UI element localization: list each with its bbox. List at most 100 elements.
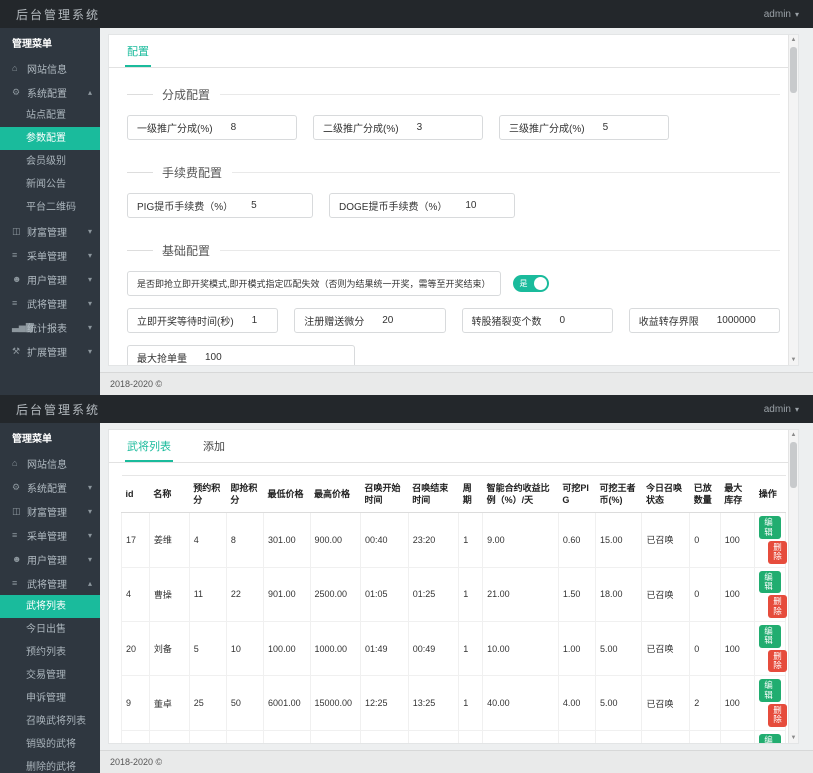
edit-button[interactable]: 编辑 (759, 679, 781, 703)
column-header: 最低价格 (263, 474, 311, 514)
cell: 100 (719, 675, 756, 731)
sidebar-item-system-config[interactable]: ⚙ 系统配置 ▾ (0, 475, 100, 499)
sidebar-subitem[interactable]: 预约列表 (0, 641, 100, 664)
config-field[interactable]: 收益转存界限 1000000 (628, 308, 780, 333)
scrollbar-down-icon[interactable]: ▼ (791, 733, 797, 743)
tab[interactable]: 武将列表 (125, 430, 173, 462)
section-rule-right (220, 94, 780, 95)
sidebar-item-stats[interactable]: ▃▅▇ 统计报表 ▾ (0, 315, 100, 339)
column-header: 今日召唤状态 (641, 474, 690, 514)
sidebar-subitem[interactable]: 参数配置 (0, 127, 100, 150)
toggle-label-text: 是否即抢立即开奖模式,即开模式指定匹配失效（否则为结果统一开奖，需等至开奖结束） (137, 279, 491, 289)
delete-button[interactable]: 删除 (768, 649, 787, 673)
row-actions: 编辑删除 (759, 733, 781, 743)
cell: 10.00 (482, 729, 559, 743)
config-field[interactable]: 二级推广分成(%) 3 (313, 115, 483, 140)
panel-body: 管理菜单 ⌂ 网站信息 ⚙ 系统配置 ▴ 站点配置 参数配置 会员级别 新闻公告 平台二维码 ◫ 财富… (0, 28, 813, 395)
cell: 4 (188, 512, 227, 568)
sidebar-subitem[interactable]: 站点配置 (0, 104, 100, 127)
sidebar-subitem[interactable]: 武将列表 (0, 595, 100, 618)
chevron-down-icon: ▾ (87, 530, 92, 540)
sidebar-item-extension[interactable]: ⚒ 扩展管理 ▾ (0, 339, 100, 363)
edit-button[interactable]: 编辑 (759, 625, 781, 648)
tab[interactable]: 配置 (125, 35, 151, 67)
cell: 20.00 (594, 729, 643, 743)
config-field[interactable]: 注册赠送微分 20 (294, 308, 446, 333)
sidebar-subitem[interactable]: 今日出售 (0, 618, 100, 641)
topbar: 后台管理系统 admin ▾ (0, 0, 813, 28)
tab[interactable]: 添加 (201, 430, 227, 462)
edit-button[interactable]: 编辑 (759, 570, 781, 594)
sidebar-item-site-info[interactable]: ⌂ 网站信息 (0, 56, 100, 80)
home-icon: ⌂ (12, 458, 18, 468)
tabbar: 武将列表 添加 (109, 430, 798, 463)
config-field-label: 转股猪裂变个数 (471, 317, 542, 328)
sidebar-subitem[interactable]: 新闻公告 (0, 173, 100, 196)
sidebar-item-orders[interactable]: ≡ 采单管理 ▾ (0, 523, 100, 547)
sidebar-item-orders[interactable]: ≡ 采单管理 ▾ (0, 243, 100, 267)
user-menu[interactable]: admin ▾ (764, 9, 813, 20)
sidebar-subitem[interactable]: 删除的武将 (0, 756, 100, 773)
cell: 01:25 (407, 566, 460, 623)
sidebar-item-generals[interactable]: ≡ 武将管理 ▴ (0, 571, 100, 595)
config-field[interactable]: PIG提币手续费（%） 5 (127, 193, 313, 218)
instant-open-toggle[interactable]: 是 (512, 275, 549, 292)
sidebar-item-label: 统计报表 (27, 323, 67, 335)
scrollbar[interactable]: ▲ ▼ (788, 430, 798, 743)
cell: 4.00 (557, 675, 596, 731)
cell: 已召唤 (641, 621, 691, 677)
table-row: 9 董卓 25 50 6001.00 15000.00 12:25 13:25 1 40.00 4.… (121, 675, 787, 731)
toggle-knob (533, 277, 547, 290)
config-field[interactable]: 三级推广分成(%) 5 (499, 115, 669, 140)
section-head: 基础配置 (127, 242, 780, 259)
scrollbar-thumb[interactable] (790, 47, 797, 93)
edit-button[interactable]: 编辑 (759, 516, 781, 539)
config-field[interactable]: DOGE提币手续费（%） 10 (329, 193, 515, 218)
app-title: 后台管理系统 (16, 402, 101, 417)
delete-button[interactable]: 删除 (768, 595, 787, 619)
user-menu[interactable]: admin ▾ (764, 404, 813, 415)
generals-list-panel: 后台管理系统 admin ▾ 管理菜单 ⌂ 网站信息 ⚙ 系统配置 ▾ ◫ 财富管理 ▾ ≡ 采单… (0, 395, 813, 773)
config-field[interactable]: 最大抢单量 100 (127, 345, 355, 365)
scrollbar[interactable]: ▲ ▼ (788, 35, 798, 365)
tabbar: 配置 (109, 35, 798, 68)
sidebar-subitem[interactable]: 召唤武将列表 (0, 710, 100, 733)
sidebar: 管理菜单 ⌂ 网站信息 ⚙ 系统配置 ▾ ◫ 财富管理 ▾ ≡ 采单管理 ▾ ☻ 用户管理 ▾ ≡ 武将管理 ▴… (0, 423, 100, 773)
chevron-down-icon: ▾ (794, 404, 799, 414)
cell: 5 (188, 621, 227, 677)
sidebar-item-label: 采单管理 (27, 531, 67, 543)
scrollbar-thumb[interactable] (790, 442, 797, 488)
chevron-down-icon: ▾ (87, 274, 92, 284)
sidebar-item-generals[interactable]: ≡ 武将管理 ▾ (0, 291, 100, 315)
sidebar-subitem[interactable]: 销毁的武将 (0, 733, 100, 756)
footer: 2018-2020 © (100, 372, 813, 395)
scrollbar-up-icon[interactable]: ▲ (791, 35, 797, 45)
delete-button[interactable]: 删除 (768, 704, 787, 727)
sidebar-item-site-info[interactable]: ⌂ 网站信息 (0, 451, 100, 475)
cell: 10 (188, 729, 227, 743)
config-field[interactable]: 一级推广分成(%) 8 (127, 115, 297, 140)
cell: 董卓 (148, 675, 190, 731)
config-field[interactable]: 转股猪裂变个数 0 (461, 308, 613, 333)
config-field-value: 3 (416, 122, 423, 133)
scrollbar-down-icon[interactable]: ▼ (791, 355, 797, 365)
edit-button[interactable]: 编辑 (759, 733, 781, 743)
scrollbar-up-icon[interactable]: ▲ (791, 430, 797, 440)
sidebar-subitem[interactable]: 平台二维码 (0, 196, 100, 219)
table-row: 4 曹操 11 22 901.00 2500.00 01:05 01:25 1 21.00 1.50… (121, 566, 787, 623)
config-field-value: 1000000 (716, 315, 756, 326)
sidebar-subitem[interactable]: 会员级别 (0, 150, 100, 173)
sidebar-item-label: 系统配置 (27, 88, 67, 100)
sidebar-item-system-config[interactable]: ⚙ 系统配置 ▴ (0, 80, 100, 104)
sidebar-subitem[interactable]: 申诉管理 (0, 687, 100, 710)
sidebar-item-users[interactable]: ☻ 用户管理 ▾ (0, 267, 100, 291)
field-row: 立即开奖等待时间(秒) 1 注册赠送微分 20 转股猪裂变个数 0 收益转存界限 100000… (127, 308, 780, 333)
cell: 50 (225, 675, 265, 731)
sidebar-subitem[interactable]: 交易管理 (0, 664, 100, 687)
sidebar-item-wealth[interactable]: ◫ 财富管理 ▾ (0, 219, 100, 243)
orders-icon: ≡ (12, 250, 18, 260)
config-field[interactable]: 立即开奖等待时间(秒) 1 (127, 308, 279, 333)
delete-button[interactable]: 删除 (768, 540, 787, 564)
sidebar-item-users[interactable]: ☻ 用户管理 ▾ (0, 547, 100, 571)
sidebar-item-wealth[interactable]: ◫ 财富管理 ▾ (0, 499, 100, 523)
